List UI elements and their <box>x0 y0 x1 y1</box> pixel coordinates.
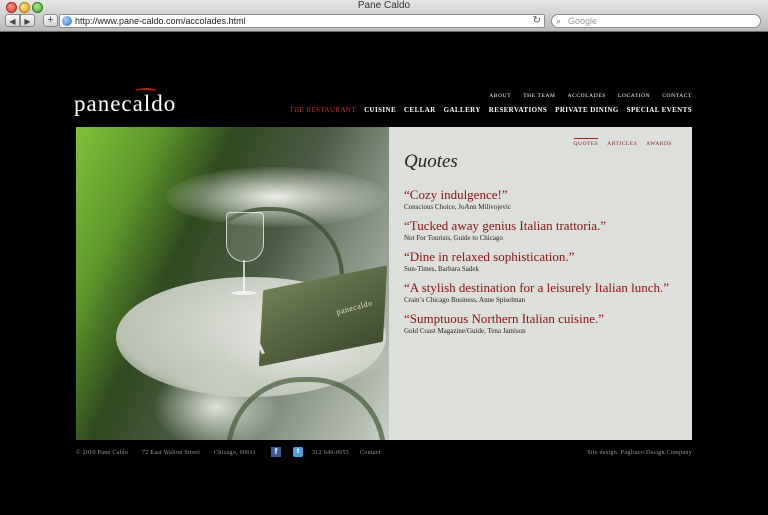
search-input[interactable]: ⌕ Google <box>551 14 761 28</box>
reload-icon[interactable]: ↻ <box>533 15 541 27</box>
logo-swoosh-icon <box>135 88 157 95</box>
quote-source: Gold Coast Magazine/Guide, Tena Jamison <box>404 327 526 335</box>
accolades-subnav: QUOTES ARTICLES AWARDS <box>573 138 672 147</box>
search-icon: ⌕ <box>556 16 562 26</box>
quote-text: “Tucked away genius Italian trattoria.” <box>404 218 607 233</box>
quote-item: “Sumptuous Northern Italian cuisine.” Go… <box>404 311 679 335</box>
site-logo[interactable]: panecaldo <box>74 88 177 117</box>
main-nav: THE RESTAURANT CUISINE CELLAR GALLERY RE… <box>289 106 692 114</box>
top-nav: ABOUT THE TEAM ACCOLADES LOCATION CONTAC… <box>489 93 692 99</box>
main-nav-reservations[interactable]: RESERVATIONS <box>489 106 547 114</box>
footer-city: Chicago, 60611 <box>214 450 256 456</box>
zoom-window-button[interactable] <box>32 2 43 13</box>
top-nav-the-team[interactable]: THE TEAM <box>523 93 555 99</box>
quote-source: Not For Tourists, Guide to Chicago <box>404 234 503 242</box>
top-nav-accolades[interactable]: ACCOLADES <box>568 93 606 99</box>
forward-button[interactable]: ▶ <box>20 14 35 27</box>
close-window-button[interactable] <box>6 2 17 13</box>
footer-phone: 312 649-0055 <box>312 450 350 456</box>
search-placeholder[interactable]: Google <box>568 15 597 27</box>
quote-list: “Cozy indulgence!” Conscious Choice, JoA… <box>404 187 679 342</box>
top-nav-about[interactable]: ABOUT <box>489 93 511 99</box>
footer-address: 72 East Walton Street <box>142 450 201 456</box>
quote-item: “Tucked away genius Italian trattoria.” … <box>404 218 679 242</box>
minimize-window-button[interactable] <box>19 2 30 13</box>
main-nav-the-restaurant[interactable]: THE RESTAURANT <box>289 106 356 114</box>
quote-text: “Dine in relaxed sophistication.” <box>404 249 575 264</box>
main-nav-cuisine[interactable]: CUISINE <box>364 106 396 114</box>
main-nav-cellar[interactable]: CELLAR <box>404 106 436 114</box>
quote-source: Sun-Times, Barbara Sadek <box>404 265 479 273</box>
twitter-icon[interactable]: t <box>293 447 303 457</box>
tab-awards[interactable]: AWARDS <box>646 141 672 147</box>
address-bar[interactable]: http://www.pane-caldo.com/accolades.html… <box>59 14 545 28</box>
wine-glass-base <box>231 291 257 295</box>
window-title: Pane Caldo <box>357 0 411 11</box>
site-footer: © 2010 Pane Caldo 72 East Walton Street … <box>76 447 692 461</box>
panel-title: Quotes <box>404 151 458 172</box>
quote-item: “A stylish destination for a leisurely I… <box>404 280 679 304</box>
top-nav-contact[interactable]: CONTACT <box>662 93 692 99</box>
logo-text: panecaldo <box>74 91 177 116</box>
wine-glass-icon <box>226 212 264 262</box>
tab-quotes[interactable]: QUOTES <box>573 138 599 147</box>
top-nav-location[interactable]: LOCATION <box>618 93 650 99</box>
main-nav-special-events[interactable]: SPECIAL EVENTS <box>627 106 692 114</box>
url-text[interactable]: http://www.pane-caldo.com/accolades.html <box>75 15 246 27</box>
quote-source: Conscious Choice, JoAnn Milivojevic <box>404 203 511 211</box>
main-nav-private-dining[interactable]: PRIVATE DINING <box>555 106 619 114</box>
quote-text: “Cozy indulgence!” <box>404 187 508 202</box>
quote-item: “Dine in relaxed sophistication.” Sun-Ti… <box>404 249 679 273</box>
back-button[interactable]: ◀ <box>5 14 20 27</box>
browser-toolbar: Pane Caldo ◀ ▶ + http://www.pane-caldo.c… <box>0 0 768 32</box>
quotes-panel: QUOTES ARTICLES AWARDS Quotes “Cozy indu… <box>389 127 692 440</box>
footer-site-credit[interactable]: Site design: Pagliuco Design Company <box>587 450 692 456</box>
quote-text: “A stylish destination for a leisurely I… <box>404 280 669 295</box>
tab-articles[interactable]: ARTICLES <box>607 141 637 147</box>
hero: panecaldo QUOTES ARTICLES AWARDS Quotes … <box>76 127 692 440</box>
main-nav-gallery[interactable]: GALLERY <box>444 106 481 114</box>
add-bookmark-button[interactable]: + <box>43 14 58 27</box>
footer-contact-link[interactable]: Contact <box>360 450 381 456</box>
restaurant-photo: panecaldo <box>76 127 389 440</box>
quote-text: “Sumptuous Northern Italian cuisine.” <box>404 311 605 326</box>
wine-glass-stem <box>243 260 245 292</box>
quote-item: “Cozy indulgence!” Conscious Choice, JoA… <box>404 187 679 211</box>
footer-copyright: © 2010 Pane Caldo <box>76 450 129 456</box>
globe-icon <box>62 16 72 26</box>
quote-source: Crain’s Chicago Business, Anne Spiselman <box>404 296 526 304</box>
facebook-icon[interactable]: f <box>271 447 281 457</box>
